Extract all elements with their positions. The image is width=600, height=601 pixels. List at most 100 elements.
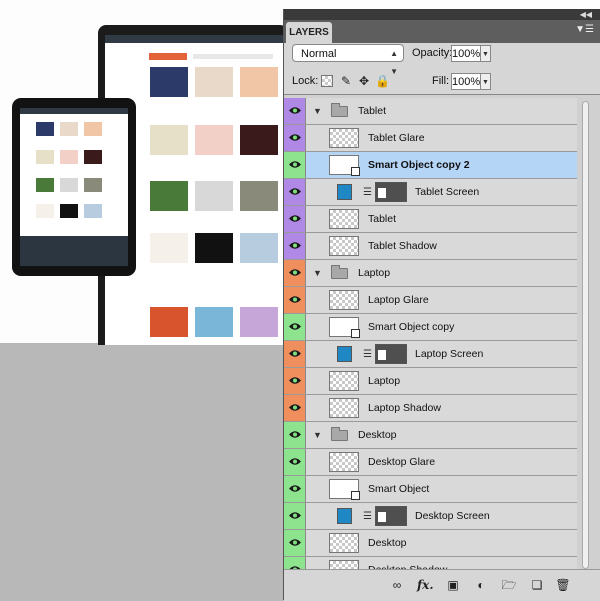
layer-row[interactable]: Laptop Glare [284,287,577,314]
eye-icon [289,350,301,357]
layer-thumbnail[interactable] [329,128,359,148]
visibility-toggle[interactable] [284,152,306,178]
visibility-toggle[interactable] [284,314,306,340]
opacity-dropdown-icon[interactable]: ▼ [481,45,491,62]
link-layers-icon[interactable]: ∞ [389,578,405,592]
scrollbar-thumb[interactable] [582,101,589,569]
disclosure-triangle-icon[interactable]: ▼ [313,268,322,278]
visibility-toggle[interactable] [284,422,306,448]
layer-row[interactable]: Smart Object [284,476,577,503]
layer-thumbnail[interactable] [329,371,359,391]
visibility-toggle[interactable] [284,287,306,313]
fill-input[interactable]: 100% [451,73,481,90]
visibility-toggle[interactable] [284,206,306,232]
layer-row[interactable]: ☰ Tablet Screen [284,179,577,206]
layer-row[interactable]: Tablet Shadow [284,233,577,260]
lock-label: Lock: [292,75,319,87]
visibility-toggle[interactable] [284,368,306,394]
lock-all-icon[interactable]: 🔒 [375,74,390,88]
fill-dropdown-icon[interactable]: ▼ [481,73,491,90]
blend-mode-select[interactable]: Normal ▲ ▼ [292,44,404,76]
trash-icon[interactable]: 🗑 [555,578,571,592]
thumbnail-image [195,233,233,263]
layer-name: Desktop [358,429,397,441]
tablet-mockup [12,98,136,276]
adjustment-layer-icon[interactable]: ◐ [473,578,489,592]
visibility-toggle[interactable] [284,476,306,502]
layer-thumbnail[interactable] [337,508,352,524]
thumbnail-image [195,125,233,155]
fx-icon[interactable]: fx. [417,578,434,592]
layer-name: Tablet Glare [368,132,425,144]
smart-object-thumbnail[interactable] [329,155,360,176]
layer-group-row[interactable]: ▼ Desktop [284,422,577,449]
layer-row[interactable]: Laptop [284,368,577,395]
thumbnail-image [84,122,102,136]
layer-thumbnail[interactable] [329,452,359,472]
add-mask-icon[interactable]: ▣ [445,578,461,592]
layer-row[interactable]: Tablet Glare [284,125,577,152]
lock-position-icon[interactable]: ✥ [357,74,371,88]
thumbnail-image [150,233,188,263]
new-layer-icon[interactable]: ❏ [529,578,545,592]
layer-row[interactable]: Laptop Shadow [284,395,577,422]
tab-layers[interactable]: LAYERS [286,22,332,43]
layer-row[interactable]: ☰ Desktop Screen [284,503,577,530]
visibility-toggle[interactable] [284,449,306,475]
double-chevron-right-icon[interactable]: ◀◀ [580,10,592,19]
layer-thumbnail[interactable] [329,236,359,256]
website-header [105,35,288,43]
layer-group-row[interactable]: ▼ Laptop [284,260,577,287]
layer-mask-thumbnail[interactable] [375,344,407,364]
mask-link-chain-icon[interactable]: ☰ [363,511,372,522]
layer-row[interactable]: Tablet [284,206,577,233]
panel-titlebar[interactable]: ◀◀ [284,9,600,20]
layer-thumbnail[interactable] [337,346,352,362]
visibility-toggle[interactable] [284,233,306,259]
eye-icon [289,539,301,546]
layer-row[interactable]: Smart Object copy 2 [284,152,577,179]
layer-thumbnail[interactable] [329,290,359,310]
layer-thumbnail[interactable] [337,184,352,200]
opacity-input[interactable]: 100% [451,45,481,62]
folder-icon [331,103,348,117]
layer-thumbnail[interactable] [329,533,359,553]
layer-thumbnail[interactable] [329,398,359,418]
layer-row[interactable]: Desktop [284,530,577,557]
disclosure-triangle-icon[interactable]: ▼ [313,106,322,116]
layer-row[interactable]: ☰ Laptop Screen [284,341,577,368]
mask-link-chain-icon[interactable]: ☰ [363,349,372,360]
lock-transparent-pixels-icon[interactable] [321,75,333,87]
smart-object-thumbnail[interactable] [329,479,360,500]
visibility-toggle[interactable] [284,530,306,556]
thumbnail-image [150,125,188,155]
smart-object-thumbnail[interactable] [329,317,360,338]
visibility-toggle[interactable] [284,395,306,421]
visibility-toggle[interactable] [284,125,306,151]
eye-icon [289,458,301,465]
visibility-toggle[interactable] [284,341,306,367]
thumbnail-image [240,233,278,263]
disclosure-triangle-icon[interactable]: ▼ [313,430,322,440]
lock-image-pixels-icon[interactable]: ✎ [339,74,353,88]
visibility-toggle[interactable] [284,179,306,205]
folder-icon [331,265,348,279]
mask-link-chain-icon[interactable]: ☰ [363,187,372,198]
thumbnail-image [150,67,188,97]
layer-row[interactable]: Desktop Glare [284,449,577,476]
eye-icon [289,377,301,384]
layer-thumbnail[interactable] [329,209,359,229]
new-group-icon[interactable]: 🗁 [501,578,517,592]
visibility-toggle[interactable] [284,260,306,286]
layer-mask-thumbnail[interactable] [375,506,407,526]
layer-row[interactable]: Smart Object copy [284,314,577,341]
panel-menu-icon[interactable]: ▼☰ [575,24,594,35]
scrollbar[interactable] [577,95,600,581]
thumbnail-image [195,181,233,211]
visibility-toggle[interactable] [284,98,306,124]
visibility-toggle[interactable] [284,503,306,529]
layer-mask-thumbnail[interactable] [375,182,407,202]
layer-group-row[interactable]: ▼ Tablet [284,98,577,125]
layers-list[interactable]: ▼ Tablet Tablet Glare Smart Object copy 2 ☰ T… [284,94,600,581]
eye-icon [289,242,301,249]
